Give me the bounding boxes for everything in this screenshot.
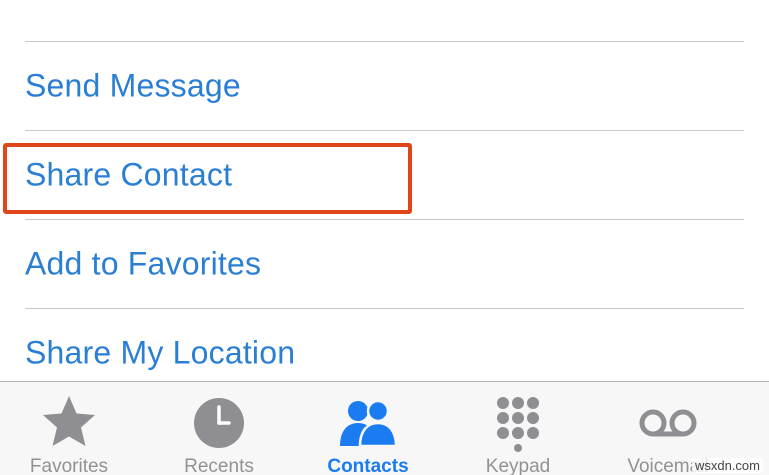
tab-label: Keypad [485, 456, 551, 475]
tab-label: Contacts [327, 456, 409, 475]
phone-screen: Send Message Share Contact Add to Favori… [0, 0, 769, 475]
tab-label: Recents [184, 456, 254, 475]
star-icon [43, 396, 95, 446]
tab-favorites[interactable]: Favorites [0, 382, 144, 475]
tab-contacts[interactable]: Contacts [293, 382, 443, 475]
keypad-icon [497, 397, 539, 452]
contact-actions-list: Send Message Share Contact Add to Favori… [0, 0, 769, 381]
tab-keypad[interactable]: Keypad [443, 382, 593, 475]
share-my-location-label: Share My Location [25, 334, 296, 371]
tab-recents[interactable]: Recents [144, 382, 294, 475]
tab-label: Favorites [29, 456, 109, 475]
contacts-icon [340, 399, 398, 448]
add-to-favorites-row[interactable]: Add to Favorites [0, 220, 769, 308]
share-contact-row[interactable]: Share Contact [0, 131, 769, 219]
tab-bar: Favorites Recents Contacts Keypad Voicem… [0, 381, 769, 475]
add-to-favorites-label: Add to Favorites [25, 245, 262, 282]
watermark: wsxdn.com [691, 458, 763, 473]
send-message-row[interactable]: Send Message [0, 42, 769, 130]
clock-icon [194, 398, 244, 448]
share-contact-label: Share Contact [25, 156, 233, 193]
send-message-label: Send Message [25, 67, 241, 104]
voicemail-icon [639, 409, 697, 437]
